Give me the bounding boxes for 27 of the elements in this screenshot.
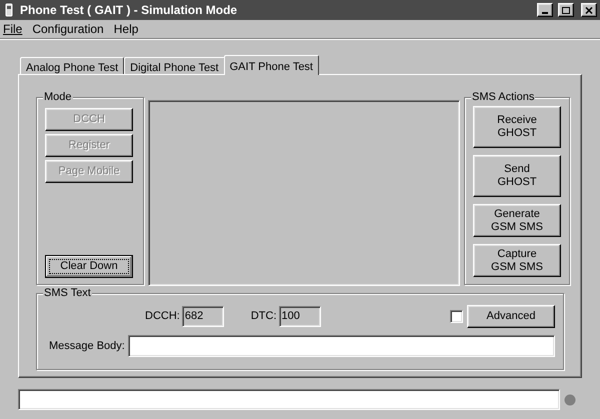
maximize-button[interactable] [558, 3, 574, 17]
maximize-icon [562, 6, 570, 14]
tab[interactable]: Analog Phone Test [20, 57, 124, 74]
message-body-field[interactable] [128, 335, 555, 357]
menu-item[interactable]: Configuration [32, 20, 104, 38]
dcch-field[interactable]: 682 [182, 306, 224, 326]
close-icon [585, 6, 593, 14]
sms-action-button[interactable]: Capture GSM SMS [473, 244, 561, 277]
sms-action-button[interactable]: Receive GHOST [473, 106, 561, 148]
dcch-label: DCCH: [145, 308, 180, 324]
status-indicator-icon [564, 394, 576, 406]
advanced-button[interactable]: Advanced [467, 304, 555, 328]
menu-item[interactable]: File [3, 20, 22, 38]
window-title: Phone Test ( GAIT ) - Simulation Mode [20, 2, 238, 19]
phone-icon [3, 3, 15, 17]
menu-item[interactable]: Help [114, 20, 138, 38]
minimize-button[interactable] [537, 3, 553, 17]
tab[interactable]: GAIT Phone Test [224, 55, 319, 75]
sms-action-button[interactable]: Send GHOST [473, 155, 561, 197]
sms-action-button[interactable]: Generate GSM SMS [473, 204, 561, 237]
message-body-label: Message Body: [49, 338, 125, 354]
status-field[interactable] [18, 389, 560, 410]
clear-down-button[interactable]: Clear Down [45, 255, 133, 278]
close-button[interactable] [581, 3, 597, 17]
dtc-label: DTC: [250, 308, 277, 324]
advanced-checkbox[interactable] [450, 310, 463, 322]
dtc-field[interactable]: 100 [278, 306, 321, 326]
